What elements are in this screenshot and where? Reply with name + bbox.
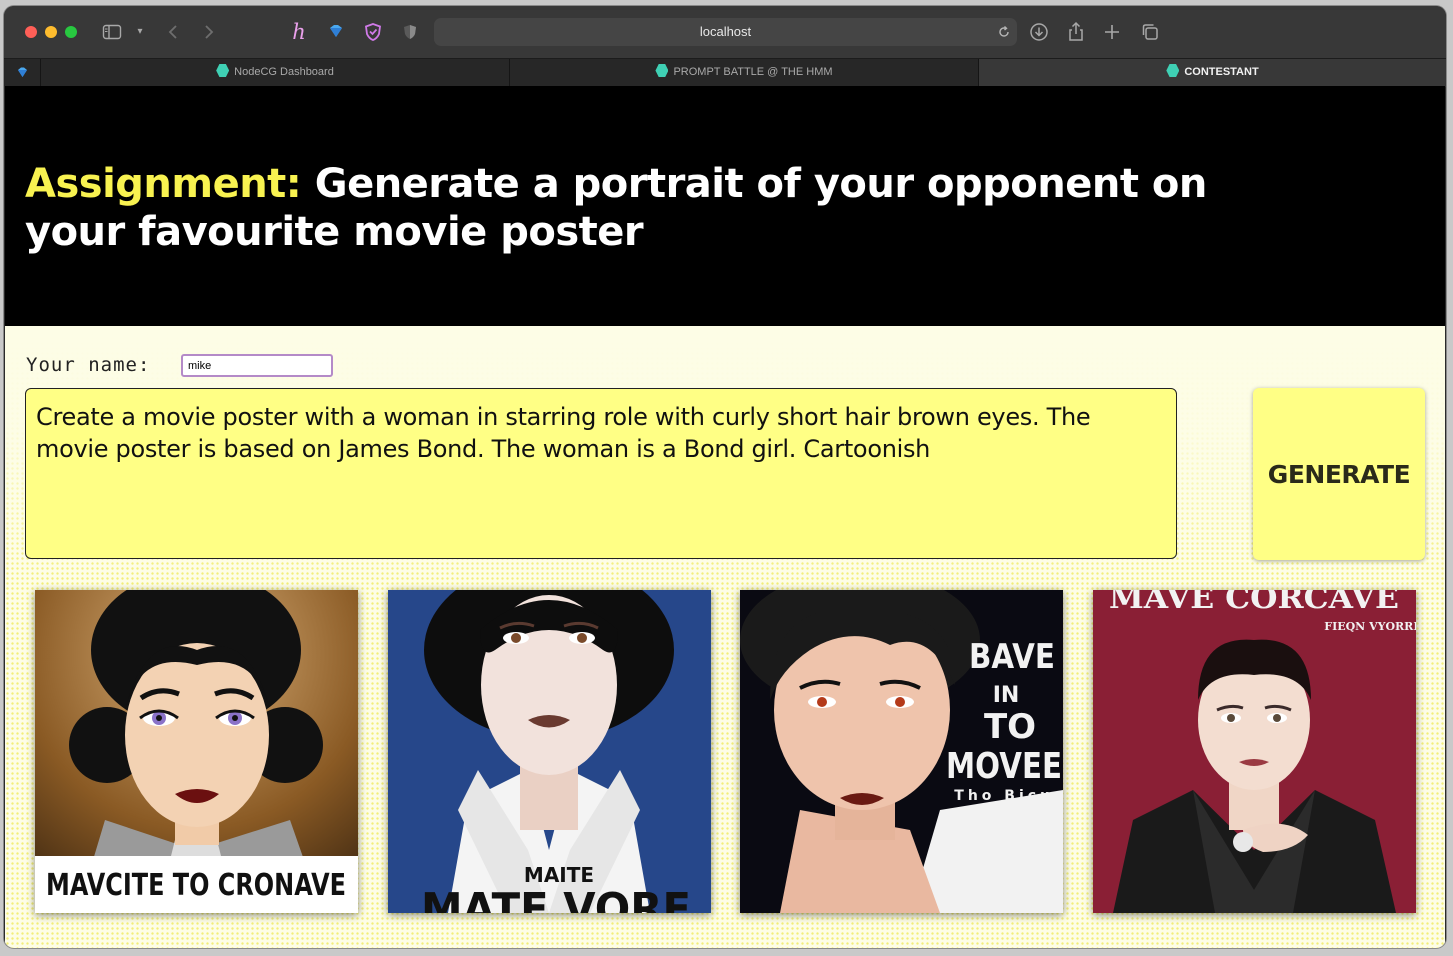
name-input[interactable] xyxy=(181,354,333,377)
download-icon[interactable] xyxy=(1028,20,1050,44)
poster-subtitle: FIEQN VYORRE xyxy=(1324,620,1416,633)
generated-image-2[interactable]: MAITE MATE VORE xyxy=(388,590,711,913)
generated-image-3[interactable]: BAVE IN TO MOVEE Tho Bicн xyxy=(740,590,1063,913)
minimize-window-button[interactable] xyxy=(45,26,57,38)
poster-caption: MAVCITE TO CRONAVE xyxy=(46,868,346,903)
prompt-textarea[interactable]: Create a movie poster with a woman in st… xyxy=(25,388,1177,559)
nodecg-favicon-icon xyxy=(216,64,230,77)
gem-extension-icon[interactable] xyxy=(326,20,346,44)
close-window-button[interactable] xyxy=(25,26,37,38)
forward-icon[interactable] xyxy=(200,20,216,44)
poster-line: Tho Bicн xyxy=(954,788,1053,804)
poster-line: BAVE xyxy=(969,637,1055,677)
image-gallery: MAVCITE TO CRONAVE MAITE MATE VORE BAVE … xyxy=(5,590,1445,920)
tab-contestant[interactable]: CONTESTANT xyxy=(978,59,1446,87)
pinned-tab[interactable] xyxy=(4,59,40,87)
poster-line: IN xyxy=(993,683,1020,708)
generated-image-1[interactable]: MAVCITE TO CRONAVE xyxy=(35,590,358,913)
tab-label: CONTESTANT xyxy=(1184,66,1259,78)
reload-icon[interactable] xyxy=(996,24,1012,45)
nodecg-favicon-icon xyxy=(1166,64,1180,77)
assignment-header: Assignment: Generate a portrait of your … xyxy=(5,86,1445,326)
zoom-window-button[interactable] xyxy=(65,26,77,38)
name-label: Your name: xyxy=(26,354,151,376)
shield-icon[interactable] xyxy=(362,20,384,44)
assignment-label: Assignment: xyxy=(25,161,302,207)
share-icon[interactable] xyxy=(1066,20,1086,44)
poster-line: TO xyxy=(984,707,1036,747)
poster-line: MOVEE xyxy=(946,746,1062,787)
generate-button[interactable]: GENERATE xyxy=(1253,388,1425,560)
page-content: Assignment: Generate a portrait of your … xyxy=(5,86,1445,948)
new-tab-icon[interactable] xyxy=(1102,20,1122,44)
browser-window: ▾ h localhost NodeCG Dashboard PROMPT BA… xyxy=(4,6,1446,948)
url-text: localhost xyxy=(699,24,752,39)
tab-nodecg-dashboard[interactable]: NodeCG Dashboard xyxy=(40,59,509,87)
hypothesis-extension-icon[interactable]: h xyxy=(288,20,310,44)
tab-bar: NodeCG Dashboard PROMPT BATTLE @ THE HMM… xyxy=(4,58,1446,87)
assignment-text: Assignment: Generate a portrait of your … xyxy=(25,160,1285,256)
tab-label: PROMPT BATTLE @ THE HMM xyxy=(673,66,833,78)
tab-overview-icon[interactable] xyxy=(1140,20,1160,44)
sidebar-icon[interactable] xyxy=(102,20,124,44)
poster-title: MAVE CORCAVE xyxy=(1109,590,1399,616)
back-icon[interactable] xyxy=(166,20,182,44)
browser-toolbar: ▾ h localhost xyxy=(4,6,1446,58)
poster-caption: MATE VORE xyxy=(421,884,691,913)
address-bar[interactable]: localhost xyxy=(434,18,1017,46)
tab-prompt-battle[interactable]: PROMPT BATTLE @ THE HMM xyxy=(509,59,978,87)
chevron-down-icon[interactable]: ▾ xyxy=(134,20,146,44)
nodecg-favicon-icon xyxy=(655,64,669,77)
generated-image-4[interactable]: MAVE CORCAVE FIEQN VYORRE xyxy=(1093,590,1416,913)
privacy-shield-icon[interactable] xyxy=(400,20,420,44)
tab-label: NodeCG Dashboard xyxy=(234,66,334,78)
